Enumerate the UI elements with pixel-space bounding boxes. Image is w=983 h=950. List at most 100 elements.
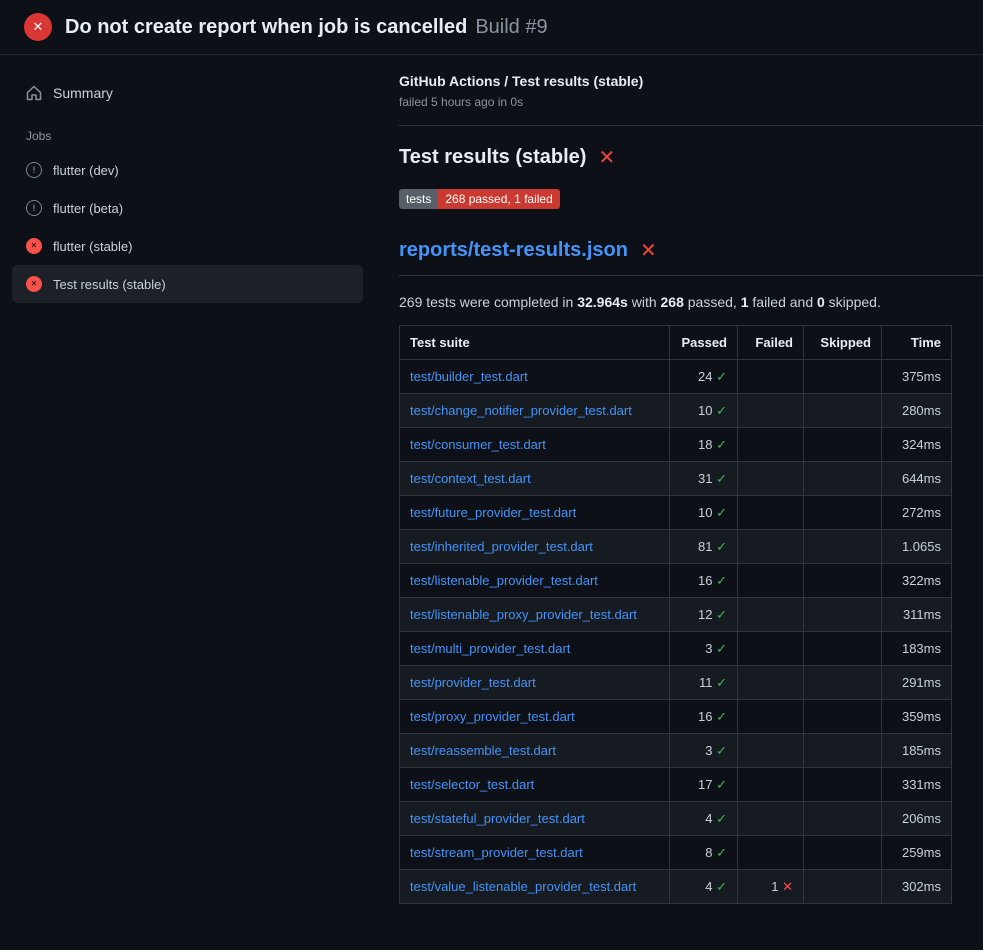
test-suite-link[interactable]: test/change_notifier_provider_test.dart [410, 403, 632, 418]
check-icon: ✓ [716, 607, 727, 622]
time-cell: 324ms [882, 428, 952, 462]
check-icon: ✓ [716, 743, 727, 758]
summary-text: failed and [749, 294, 818, 310]
failed-cell-value: 1 [771, 879, 782, 894]
passed-cell: 4 ✓ [670, 802, 738, 836]
sidebar-item-flutter-dev[interactable]: ! flutter (dev) [12, 151, 363, 189]
test-suite-link[interactable]: test/multi_provider_test.dart [410, 641, 570, 656]
skipped-cell [804, 870, 882, 904]
time-cell: 1.065s [882, 530, 952, 564]
results-summary: 269 tests were completed in 32.964s with… [399, 294, 953, 310]
check-icon: ✓ [716, 369, 727, 384]
test-suite-link[interactable]: test/future_provider_test.dart [410, 505, 576, 520]
failed-cell [738, 666, 804, 700]
check-icon: ✓ [716, 845, 727, 860]
summary-text: with [628, 294, 661, 310]
test-suite-cell: test/inherited_provider_test.dart [400, 530, 670, 564]
passed-cell-value: 4 [705, 811, 716, 826]
passed-cell: 18 ✓ [670, 428, 738, 462]
passed-cell: 16 ✓ [670, 700, 738, 734]
test-suite-link[interactable]: test/context_test.dart [410, 471, 531, 486]
failed-cell [738, 394, 804, 428]
table-header-row: Test suite Passed Failed Skipped Time [400, 326, 952, 360]
passed-cell-value: 10 [698, 505, 716, 520]
test-suite-link[interactable]: test/provider_test.dart [410, 675, 536, 690]
job-label: flutter (dev) [53, 163, 119, 178]
header-time: Time [882, 326, 952, 360]
build-header: ✕ Do not create report when job is cance… [0, 0, 983, 55]
job-label: flutter (stable) [53, 239, 132, 254]
check-icon: ✓ [716, 879, 727, 894]
test-suite-link[interactable]: test/inherited_provider_test.dart [410, 539, 593, 554]
table-row: test/reassemble_test.dart3 ✓185ms [400, 734, 952, 768]
home-icon [26, 85, 42, 101]
passed-cell: 11 ✓ [670, 666, 738, 700]
passed-cell-value: 12 [698, 607, 716, 622]
build-title-group: Do not create report when job is cancell… [65, 16, 548, 39]
test-suite-link[interactable]: test/listenable_provider_test.dart [410, 573, 598, 588]
check-icon: ✓ [716, 539, 727, 554]
time-cell: 359ms [882, 700, 952, 734]
test-suite-link[interactable]: test/reassemble_test.dart [410, 743, 556, 758]
breadcrumb: GitHub Actions / Test results (stable) [399, 73, 953, 89]
time-cell: 183ms [882, 632, 952, 666]
check-icon: ✓ [716, 675, 727, 690]
check-icon: ✓ [716, 471, 727, 486]
sidebar-item-summary[interactable]: Summary [12, 77, 363, 109]
time-cell: 206ms [882, 802, 952, 836]
passed-cell-value: 17 [698, 777, 716, 792]
time-cell: 272ms [882, 496, 952, 530]
passed-cell: 12 ✓ [670, 598, 738, 632]
build-failed-icon: ✕ [24, 13, 52, 41]
test-suite-cell: test/builder_test.dart [400, 360, 670, 394]
test-suite-link[interactable]: test/stream_provider_test.dart [410, 845, 583, 860]
sidebar-item-flutter-beta[interactable]: ! flutter (beta) [12, 189, 363, 227]
test-suite-link[interactable]: test/proxy_provider_test.dart [410, 709, 575, 724]
table-row: test/future_provider_test.dart10 ✓272ms [400, 496, 952, 530]
test-suite-link[interactable]: test/listenable_proxy_provider_test.dart [410, 607, 637, 622]
passed-cell-value: 31 [698, 471, 716, 486]
passed-cell: 31 ✓ [670, 462, 738, 496]
test-suite-link[interactable]: test/consumer_test.dart [410, 437, 546, 452]
skipped-cell [804, 598, 882, 632]
failed-cell [738, 462, 804, 496]
passed-cell-value: 10 [698, 403, 716, 418]
job-failed-icon: ✕ [26, 276, 42, 292]
test-suite-link[interactable]: test/selector_test.dart [410, 777, 534, 792]
check-icon: ✓ [716, 641, 727, 656]
passed-cell-value: 81 [698, 539, 716, 554]
job-neutral-icon: ! [26, 200, 42, 216]
test-suite-link[interactable]: test/value_listenable_provider_test.dart [410, 879, 636, 894]
check-icon: ✓ [716, 709, 727, 724]
build-number: Build #9 [475, 16, 547, 38]
time-cell: 375ms [882, 360, 952, 394]
test-suite-link[interactable]: test/stateful_provider_test.dart [410, 811, 585, 826]
sidebar-item-test-results-stable[interactable]: ✕ Test results (stable) [12, 265, 363, 303]
job-label: flutter (beta) [53, 201, 123, 216]
test-suite-link[interactable]: test/builder_test.dart [410, 369, 528, 384]
skipped-cell [804, 564, 882, 598]
summary-skipped-count: 0 [817, 294, 825, 310]
check-icon: ✓ [716, 777, 727, 792]
time-cell: 302ms [882, 870, 952, 904]
passed-cell: 8 ✓ [670, 836, 738, 870]
build-title: Do not create report when job is cancell… [65, 16, 467, 38]
header-test-suite: Test suite [400, 326, 670, 360]
skipped-cell [804, 360, 882, 394]
test-suite-cell: test/multi_provider_test.dart [400, 632, 670, 666]
summary-failed-count: 1 [741, 294, 749, 310]
test-suite-cell: test/listenable_provider_test.dart [400, 564, 670, 598]
summary-text: 269 tests were completed in [399, 294, 577, 310]
skipped-cell [804, 836, 882, 870]
time-cell: 644ms [882, 462, 952, 496]
passed-cell: 3 ✓ [670, 734, 738, 768]
check-icon: ✓ [716, 573, 727, 588]
passed-cell: 3 ✓ [670, 632, 738, 666]
report-file-link[interactable]: reports/test-results.json [399, 239, 628, 262]
jobs-section-label: Jobs [12, 109, 363, 151]
skipped-cell [804, 734, 882, 768]
tests-badge: tests 268 passed, 1 failed [399, 189, 560, 209]
divider [399, 125, 983, 126]
time-cell: 311ms [882, 598, 952, 632]
sidebar-item-flutter-stable[interactable]: ✕ flutter (stable) [12, 227, 363, 265]
